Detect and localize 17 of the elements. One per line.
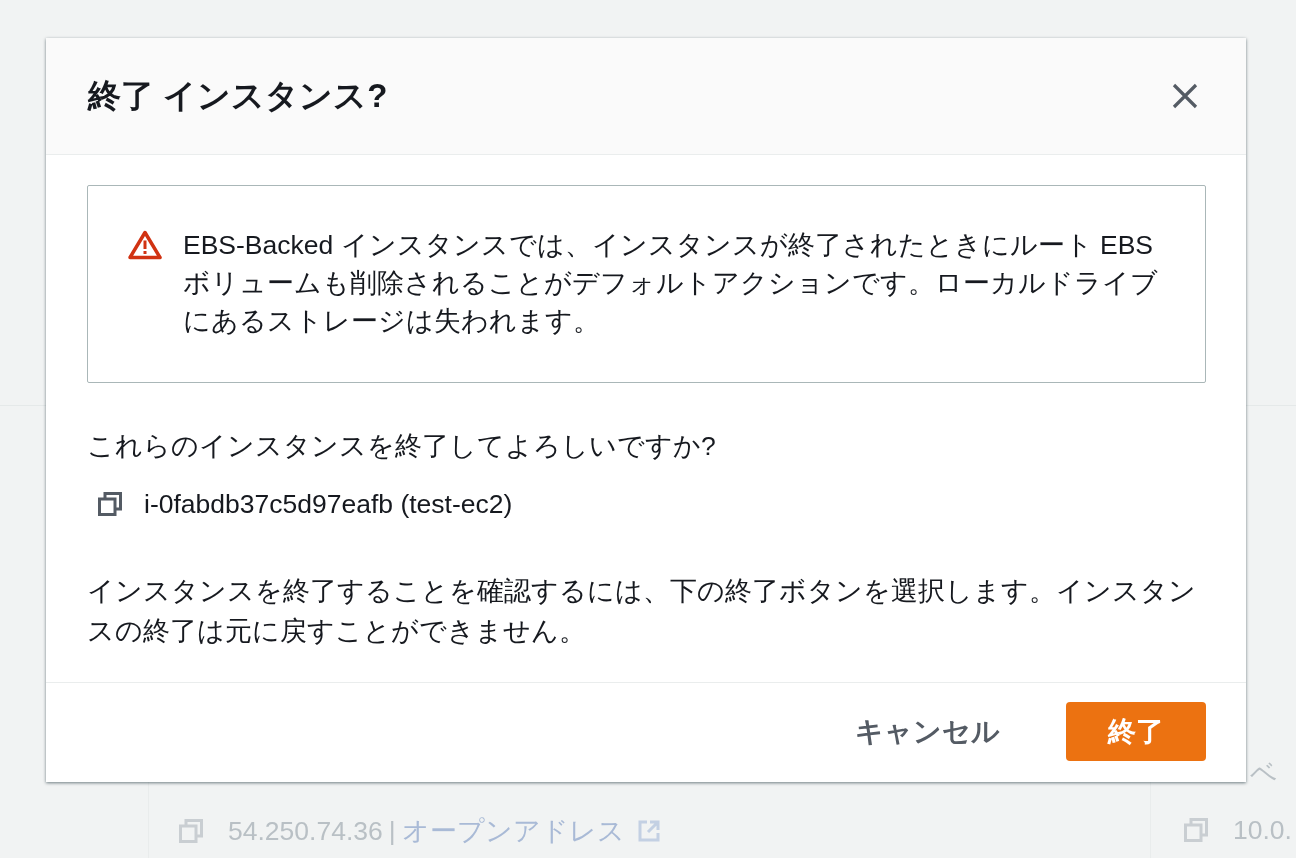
external-link-icon[interactable] xyxy=(636,819,661,843)
dialog-title: 終了 インスタンス? xyxy=(88,76,388,116)
cancel-button[interactable]: キャンセル xyxy=(823,702,1032,761)
close-button[interactable] xyxy=(1172,83,1198,109)
terminate-button[interactable]: 終了 xyxy=(1066,702,1206,761)
column-label: ベ xyxy=(1250,757,1278,790)
instance-id-text: i-0fabdb37c5d97eafb (test-ec2) xyxy=(144,488,513,521)
confirm-question: これらのインスタンスを終了してよろしいですか? xyxy=(87,430,717,463)
copy-icon[interactable] xyxy=(97,491,123,517)
open-address-link[interactable]: オープンアドレス xyxy=(401,815,625,847)
close-icon xyxy=(1172,83,1198,109)
confirm-note: インスタンスを終了することを確認するには、下の終了ボタンを選択します。インスタンスの終了は元に戻すことができません。 xyxy=(87,575,1197,648)
warning-text: EBS-Backed インスタンスでは、インスタンスが終了されたときにルート EBS ボリュームも削除されることがデフォルトアクションです。ローカルドライブにあるストレージは失われます。 xyxy=(183,229,1159,338)
ip-address-text: 10.0. xyxy=(1233,814,1292,846)
separator-text: | xyxy=(388,815,396,847)
ip-address-text: 54.250.74.36 xyxy=(228,815,383,847)
warning-icon xyxy=(128,230,162,260)
